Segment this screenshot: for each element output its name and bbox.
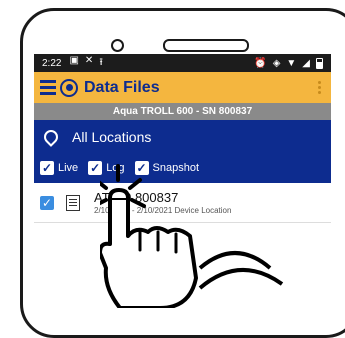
upload-notification-icon: ⭱ [99, 56, 103, 68]
filter-bar: ✓ Live ✓ Log ✓ Snapshot [34, 153, 331, 183]
filter-snapshot[interactable]: ✓ Snapshot [134, 161, 200, 175]
filter-live[interactable]: ✓ Live [40, 161, 78, 175]
log-label: Log [106, 162, 125, 174]
file-meta: 2/10/2021 - 2/10/2021 Device Location [94, 206, 232, 215]
filter-log[interactable]: ✓ Log [88, 161, 125, 175]
file-date-end: 2/10/2021 [136, 206, 173, 215]
file-name: AT600 800837 [94, 190, 179, 205]
battery-icon [316, 57, 323, 69]
document-icon [66, 194, 80, 211]
app-bar: Data Files [34, 72, 331, 103]
location-pin-icon [41, 126, 61, 147]
overflow-menu-icon[interactable] [318, 81, 325, 94]
file-details: AT600 800837 2/10/2021 - 2/10/2021 Devic… [94, 190, 231, 215]
earpiece-speaker [163, 39, 249, 52]
front-camera [111, 39, 124, 52]
app-logo-icon [60, 78, 78, 97]
signal-icon: ◢ [302, 57, 310, 69]
notification-icons: ▣ ✕ ⭱ [69, 55, 102, 72]
live-checkbox[interactable]: ✓ [40, 161, 54, 175]
location-label: All Locations [72, 128, 152, 145]
gallery-notification-icon: ▣ [69, 54, 79, 66]
snapshot-checkbox[interactable]: ✓ [134, 161, 149, 175]
device-banner: Aqua TROLL 600 - SN 800837 [34, 103, 331, 120]
status-bar: 2:22 ▣ ✕ ⭱ ⏰ ◈ ▼ ◢ [34, 54, 331, 72]
phone-screen: 2:22 ▣ ✕ ⭱ ⏰ ◈ ▼ ◢ Data Files Aqua TROLL… [34, 54, 331, 297]
page-title: Data Files [84, 78, 160, 96]
file-checkbox[interactable]: ✓ [40, 195, 54, 210]
snapshot-label: Snapshot [152, 162, 200, 174]
status-time: 2:22 [42, 57, 62, 69]
log-checkbox[interactable]: ✓ [88, 161, 103, 175]
alarm-icon: ⏰ [254, 57, 267, 69]
location-selector[interactable]: All Locations [34, 120, 331, 153]
wifi-icon: ▼ [286, 57, 297, 69]
system-icons: ⏰ ◈ ▼ ◢ [254, 57, 323, 69]
live-label: Live [58, 162, 79, 174]
file-date-start: 2/10/2021 [94, 206, 130, 215]
vibrate-icon: ◈ [272, 57, 281, 69]
file-location: Device Location [174, 206, 232, 215]
person-notification-icon: ✕ [84, 54, 94, 66]
menu-icon[interactable] [40, 80, 56, 95]
file-list-item[interactable]: ✓ AT600 800837 2/10/2021 - 2/10/2021 Dev… [34, 183, 331, 223]
